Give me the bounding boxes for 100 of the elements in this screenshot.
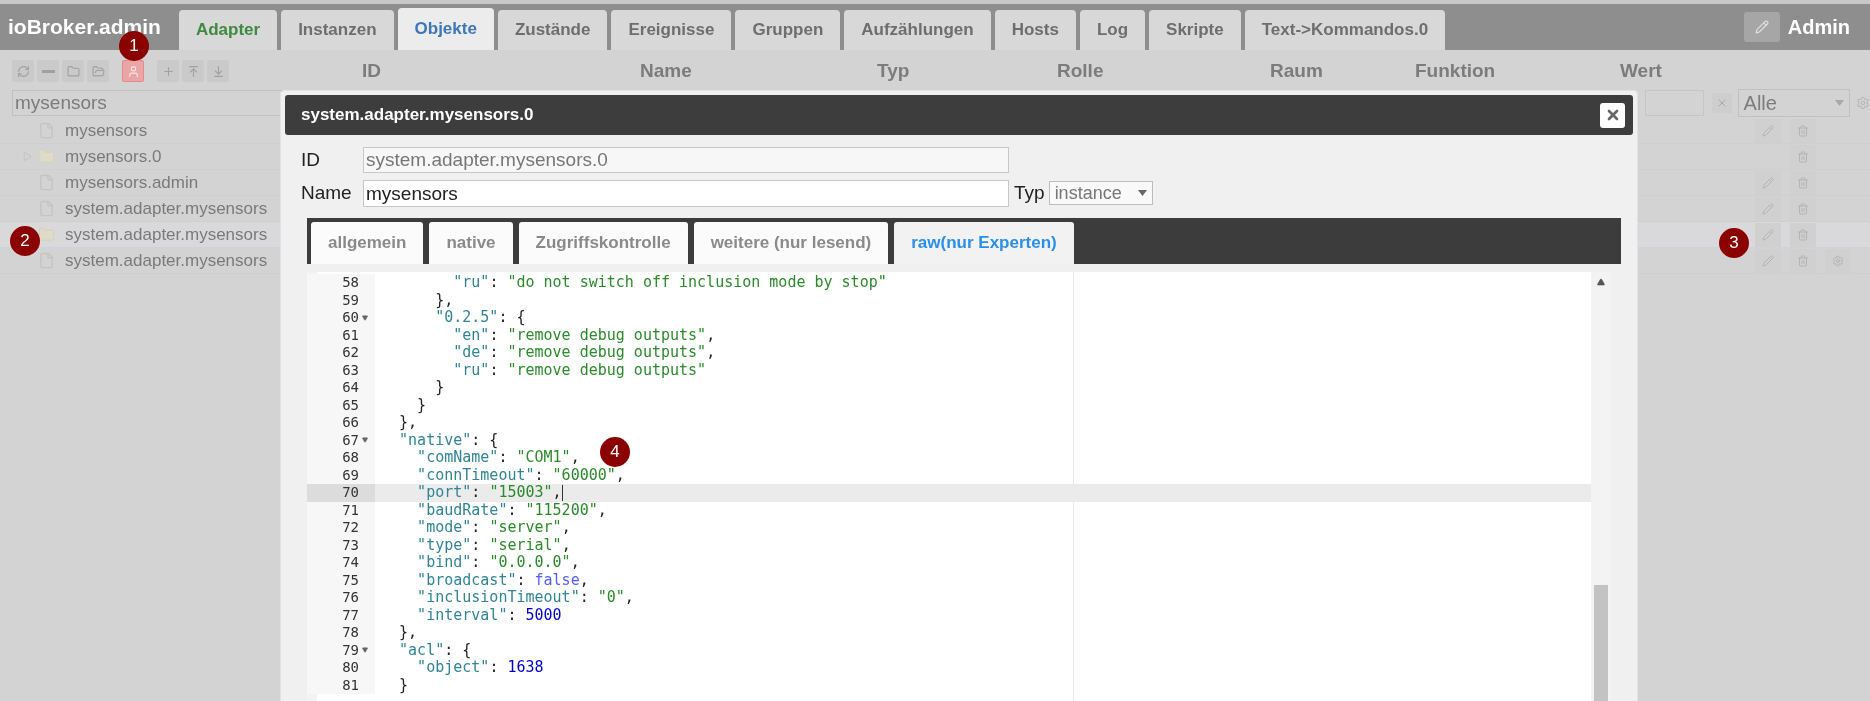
toolbar-button[interactable] (182, 60, 204, 82)
tree-item-label: system.adapter.mysensors (65, 223, 268, 246)
column-header: Wert (1620, 59, 1662, 81)
nav-tab[interactable]: Adapter (178, 10, 278, 50)
code-line: "baudRate": "115200", (416, 501, 607, 519)
dialog-tab[interactable]: weitere (nur lesend) (693, 222, 889, 264)
type-select[interactable]: instance (1048, 181, 1153, 205)
toolbar-button[interactable] (37, 60, 59, 82)
column-header: Typ (877, 59, 910, 81)
folder-icon (66, 64, 80, 78)
nav-tab[interactable]: Gruppen (735, 10, 841, 50)
nav-tab[interactable]: Ereignisse (611, 10, 732, 50)
column-header: Funktion (1415, 59, 1496, 81)
code-line: "ru": "do not switch off inclusion mode by stop" (452, 274, 887, 292)
delete-button[interactable] (1790, 222, 1816, 247)
trash-icon (1797, 202, 1809, 215)
toolbar-button[interactable] (157, 60, 179, 82)
toolbar-button[interactable] (122, 60, 144, 82)
line-number: 62 (342, 343, 359, 363)
scroll-up-icon[interactable] (1597, 278, 1605, 286)
line-number: 69 (342, 465, 359, 485)
dialog-tab[interactable]: native (429, 222, 513, 264)
upload-icon (186, 64, 200, 78)
clear-button[interactable] (1711, 93, 1732, 113)
toolbar-button[interactable] (87, 60, 109, 82)
dialog-tab[interactable]: raw(nur Experten) (894, 222, 1074, 264)
dialog-tab[interactable]: Zugriffskontrolle (518, 222, 688, 264)
line-number: 71 (342, 500, 359, 520)
code-line: "ru": "remove debug outputs" (452, 361, 707, 379)
code-line: "acl": { (398, 641, 472, 659)
dialog-tab[interactable]: allgemein (311, 222, 424, 264)
toolbar-button[interactable] (12, 60, 34, 82)
settings-icon (1832, 254, 1844, 267)
type-filter-select[interactable]: Alle (1737, 89, 1851, 117)
pencil-icon (1762, 202, 1774, 215)
edit-button[interactable] (1755, 222, 1781, 247)
user-name: Admin (1787, 15, 1850, 40)
folder-icon (38, 226, 55, 243)
line-number: 74 (342, 553, 359, 573)
code-line: "comName": "COM1", (416, 449, 580, 467)
nav-tab[interactable]: Hosts (994, 10, 1076, 50)
fold-arrow-icon[interactable] (362, 437, 368, 444)
code-line: "broadcast": false, (416, 571, 589, 589)
name-field[interactable]: mysensors (363, 179, 1009, 207)
id-label: ID (301, 147, 321, 172)
tree-item-label: mysensors.admin (65, 171, 199, 194)
column-header: Raum (1270, 59, 1323, 81)
toolbar-button[interactable] (62, 60, 84, 82)
tree-item-label: system.adapter.mysensors (65, 197, 268, 220)
id-field[interactable]: system.adapter.mysensors.0 (363, 147, 1009, 173)
line-number: 79 (342, 640, 359, 660)
tree-item-label: system.adapter.mysensors (65, 249, 268, 272)
file-icon (38, 252, 55, 269)
line-number: 66 (342, 413, 359, 433)
nav-tab[interactable]: Aufzählungen (844, 10, 991, 50)
trash-icon (1797, 254, 1809, 267)
line-number: 65 (342, 395, 359, 415)
column-header: Rolle (1057, 59, 1104, 81)
line-number: 64 (342, 378, 359, 398)
fold-arrow-icon[interactable] (362, 314, 368, 321)
line-number: 80 (342, 658, 359, 678)
column-header: ID (362, 59, 381, 81)
caret-icon (1137, 190, 1147, 196)
pencil-icon (1762, 228, 1774, 241)
code-line: "port": "15003", (416, 484, 562, 502)
code-line: "0.2.5": { (434, 309, 526, 327)
edit-button[interactable] (1743, 12, 1780, 42)
step-marker: 3 (1719, 228, 1749, 258)
type-label: Typ (1014, 180, 1045, 205)
line-number: 61 (342, 325, 359, 345)
nav-tab[interactable]: Skripte (1149, 10, 1241, 50)
nav-tab[interactable]: Instanzen (281, 10, 394, 50)
code-line: }, (398, 414, 418, 432)
refresh-icon (16, 64, 30, 78)
folder-open-icon (91, 64, 105, 78)
trash-icon (1797, 228, 1809, 241)
pencil-icon (1754, 20, 1769, 34)
line-number: 67 (342, 430, 359, 450)
fold-arrow-icon[interactable] (362, 647, 368, 654)
code-line: } (398, 676, 409, 694)
trash-icon (1797, 150, 1809, 163)
code-line: } (434, 379, 445, 397)
text-cursor (561, 484, 563, 501)
close-button[interactable] (1600, 102, 1625, 128)
nav-tab[interactable]: Log (1079, 10, 1146, 50)
line-number: 72 (342, 518, 359, 538)
toolbar-button[interactable] (207, 60, 229, 82)
code-line: "bind": "0.0.0.0", (416, 554, 580, 572)
caret-icon (1835, 100, 1845, 106)
nav-tab[interactable]: Objekte (397, 8, 494, 50)
dialog-title: system.adapter.mysensors.0 (301, 104, 534, 127)
user-icon (126, 64, 140, 78)
minus-icon (41, 69, 55, 73)
column-header: Name (640, 59, 692, 81)
code-line: "type": "serial", (416, 536, 571, 554)
line-number: 59 (342, 290, 359, 310)
scrollbar-thumb[interactable] (1594, 585, 1608, 701)
nav-tab[interactable]: Zustände (497, 10, 608, 50)
nav-tab[interactable]: Text->Kommandos.0 (1244, 10, 1446, 50)
line-number: 75 (342, 570, 359, 590)
